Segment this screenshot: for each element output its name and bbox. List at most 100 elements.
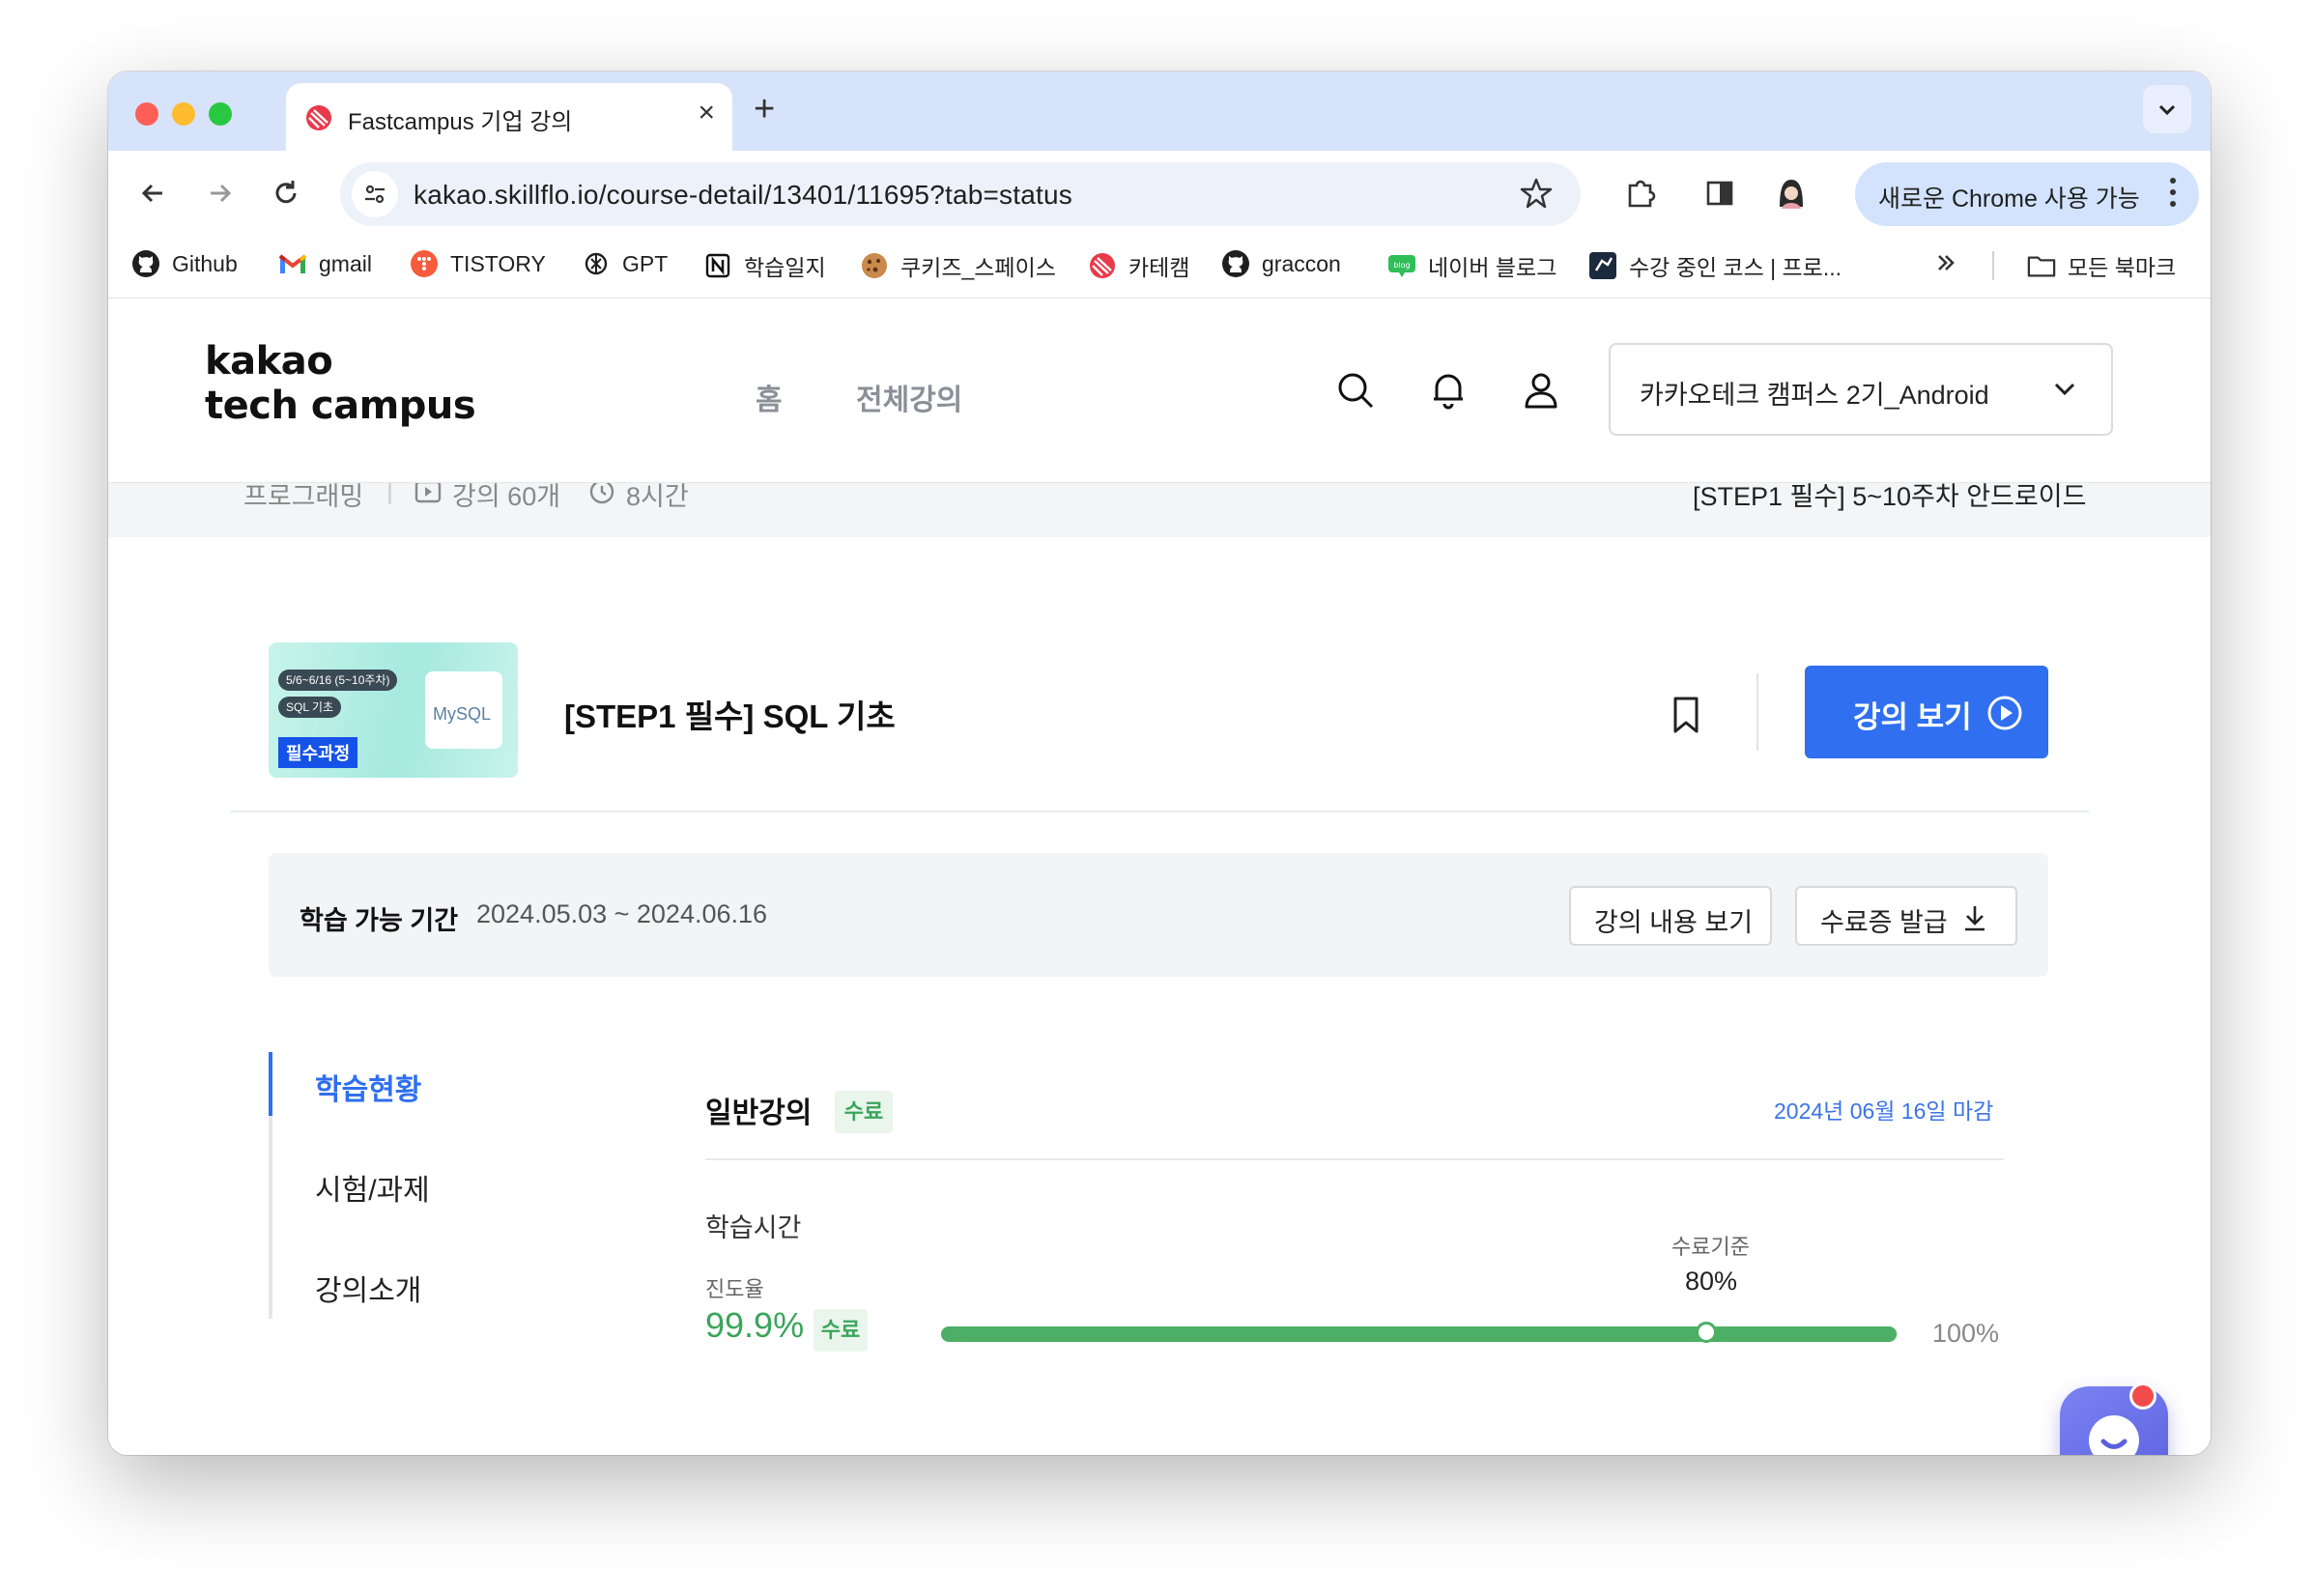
- tab-search-button[interactable]: [2143, 85, 2191, 133]
- update-chrome-button[interactable]: 새로운 Chrome 사용 가능: [1855, 162, 2199, 226]
- duration-label: 8시간: [626, 483, 689, 511]
- study-period-box: 학습 가능 기간 2024.05.03 ~ 2024.06.16 강의 내용 보…: [269, 853, 2048, 977]
- campus-select-value: 카카오테크 캠퍼스 2기_Android: [1640, 381, 1989, 410]
- naver-blog-icon: blog: [1387, 251, 1416, 280]
- puzzle-icon: [1628, 180, 1656, 208]
- bookmark-star-icon[interactable]: [1519, 176, 1554, 211]
- progress-complete-badge: 수료: [814, 1309, 868, 1352]
- vertical-divider: [1756, 673, 1758, 751]
- bookmark-programmers[interactable]: 수강 중인 코스 | 프로...: [1588, 249, 1842, 282]
- progress-label: 진도율: [705, 1277, 764, 1301]
- update-chrome-label: 새로운 Chrome 사용 가능: [1878, 185, 2140, 213]
- browser-tab[interactable]: Fastcampus 기업 강의 ×: [286, 83, 732, 151]
- extensions-button[interactable]: [1621, 174, 1660, 213]
- more-bookmarks-button[interactable]: [1932, 249, 1959, 276]
- cookie-icon: [860, 251, 889, 280]
- more-menu-icon[interactable]: [2170, 178, 2176, 213]
- chevron-down-icon: [2158, 104, 2176, 116]
- tab-learning-status[interactable]: 학습현황: [315, 1066, 421, 1108]
- side-panel-icon: [1706, 181, 1733, 206]
- bookmark-tistory[interactable]: TISTORY: [410, 249, 546, 278]
- category-label: 프로그래밍: [243, 483, 364, 511]
- course-title: [STEP1 필수] SQL 기초: [564, 698, 896, 734]
- bookmark-cookies-space[interactable]: 쿠키즈_스페이스: [860, 249, 1056, 282]
- tab-course-intro[interactable]: 강의소개: [315, 1267, 421, 1309]
- chevron-down-icon: [2054, 383, 2075, 396]
- avatar-icon: [1774, 176, 1809, 211]
- address-bar[interactable]: kakao.skillflo.io/course-detail/13401/11…: [340, 162, 1581, 226]
- info-divider: |: [386, 483, 394, 504]
- maximize-window-button[interactable]: [209, 102, 232, 126]
- gmail-icon: [278, 249, 307, 278]
- bookmark-study-log[interactable]: 학습일지: [703, 249, 826, 282]
- criteria-value: 80%: [1685, 1267, 1738, 1296]
- reload-button[interactable]: [267, 174, 305, 213]
- nav-home[interactable]: 홈: [756, 376, 783, 418]
- section-title: 일반강의: [705, 1097, 813, 1129]
- double-chevron-right-icon: [1938, 255, 1955, 271]
- active-tab-indicator: [269, 1052, 272, 1116]
- deadline-text: 2024년 06월 16일 마감: [1774, 1098, 1994, 1124]
- chat-notification-dot: [2129, 1382, 2156, 1410]
- url-text: kakao.skillflo.io/course-detail/13401/11…: [414, 180, 1072, 210]
- close-tab-icon[interactable]: ×: [698, 97, 715, 129]
- bookmark-gpt[interactable]: GPT: [582, 249, 668, 278]
- site-settings-icon[interactable]: [352, 171, 398, 217]
- bookmark-katecam[interactable]: 카테캠: [1088, 249, 1189, 282]
- criteria-marker: [1696, 1322, 1717, 1343]
- nav-all-courses[interactable]: 전체강의: [856, 376, 962, 418]
- search-icon[interactable]: [1333, 368, 1378, 413]
- svg-text:blog: blog: [1393, 261, 1410, 270]
- fastcampus-icon: [306, 105, 331, 130]
- campus-select-dropdown[interactable]: 카카오테크 캠퍼스 2기_Android: [1609, 343, 2113, 436]
- bookmark-github[interactable]: Github: [131, 249, 238, 278]
- study-period-label: 학습 가능 기간: [300, 906, 459, 935]
- criteria-label: 수료기준: [1671, 1235, 1750, 1259]
- tistory-icon: [410, 249, 439, 278]
- progress-track: [941, 1322, 1898, 1343]
- notification-bell-icon[interactable]: [1426, 368, 1471, 413]
- download-icon: [1965, 906, 1985, 931]
- user-icon[interactable]: [1519, 368, 1563, 413]
- kakao-tech-campus-logo[interactable]: kakao tech campus: [205, 339, 476, 428]
- bookmark-naver-blog[interactable]: blog 네이버 블로그: [1387, 249, 1556, 282]
- reload-icon: [275, 181, 297, 204]
- bookmark-graccon[interactable]: graccon: [1221, 249, 1341, 278]
- watch-lecture-label: 강의 보기: [1853, 700, 1972, 734]
- course-divider: [230, 811, 2089, 812]
- github-icon: [131, 249, 160, 278]
- tab-exams-assignments[interactable]: 시험/과제: [315, 1166, 430, 1209]
- issue-certificate-button[interactable]: 수료증 발급: [1795, 886, 2017, 946]
- study-period-value: 2024.05.03 ~ 2024.06.16: [476, 899, 768, 928]
- minimize-window-button[interactable]: [172, 102, 195, 126]
- github-icon: [1221, 249, 1250, 278]
- thumb-topic-pill: SQL 기초: [278, 697, 341, 718]
- arrow-left-icon: [141, 184, 162, 203]
- new-tab-button[interactable]: +: [754, 89, 775, 130]
- all-bookmarks-button[interactable]: 모든 북마크: [2027, 249, 2176, 282]
- study-time-label: 학습시간: [705, 1213, 802, 1242]
- view-content-button[interactable]: 강의 내용 보기: [1569, 886, 1772, 946]
- section-divider: [705, 1158, 2004, 1160]
- course-thumbnail[interactable]: 5/6~6/16 (5~10주차) SQL 기초 필수과정 MySQL: [269, 642, 518, 778]
- bookmark-gmail[interactable]: gmail: [278, 249, 372, 278]
- browser-toolbar: kakao.skillflo.io/course-detail/13401/11…: [108, 151, 2211, 234]
- watch-lecture-button[interactable]: 강의 보기: [1805, 666, 2048, 758]
- bookmark-icon[interactable]: [1670, 695, 1702, 735]
- section-complete-badge: 수료: [835, 1091, 893, 1133]
- progress-fill: [941, 1326, 1897, 1342]
- back-button[interactable]: [133, 174, 172, 213]
- fastcampus-icon: [1088, 251, 1117, 280]
- side-panel-button[interactable]: [1700, 174, 1739, 213]
- site-header: kakao tech campus 홈 전체강의 카카오테크 캠퍼스 2기_An…: [108, 299, 2211, 483]
- forward-button[interactable]: [201, 174, 240, 213]
- close-window-button[interactable]: [135, 102, 158, 126]
- tab-title: Fastcampus 기업 강의: [348, 109, 573, 135]
- mysql-logo: MySQL: [425, 671, 502, 749]
- play-box-icon: [414, 483, 442, 503]
- profile-avatar[interactable]: [1772, 174, 1811, 213]
- browser-window: Fastcampus 기업 강의 × + kakao.skillflo.io/c…: [108, 71, 2211, 1455]
- play-circle-icon: [1987, 696, 2022, 730]
- course-group-label: [STEP1 필수] 5~10주차 안드로이드: [1693, 483, 2087, 511]
- notion-icon: [703, 251, 732, 280]
